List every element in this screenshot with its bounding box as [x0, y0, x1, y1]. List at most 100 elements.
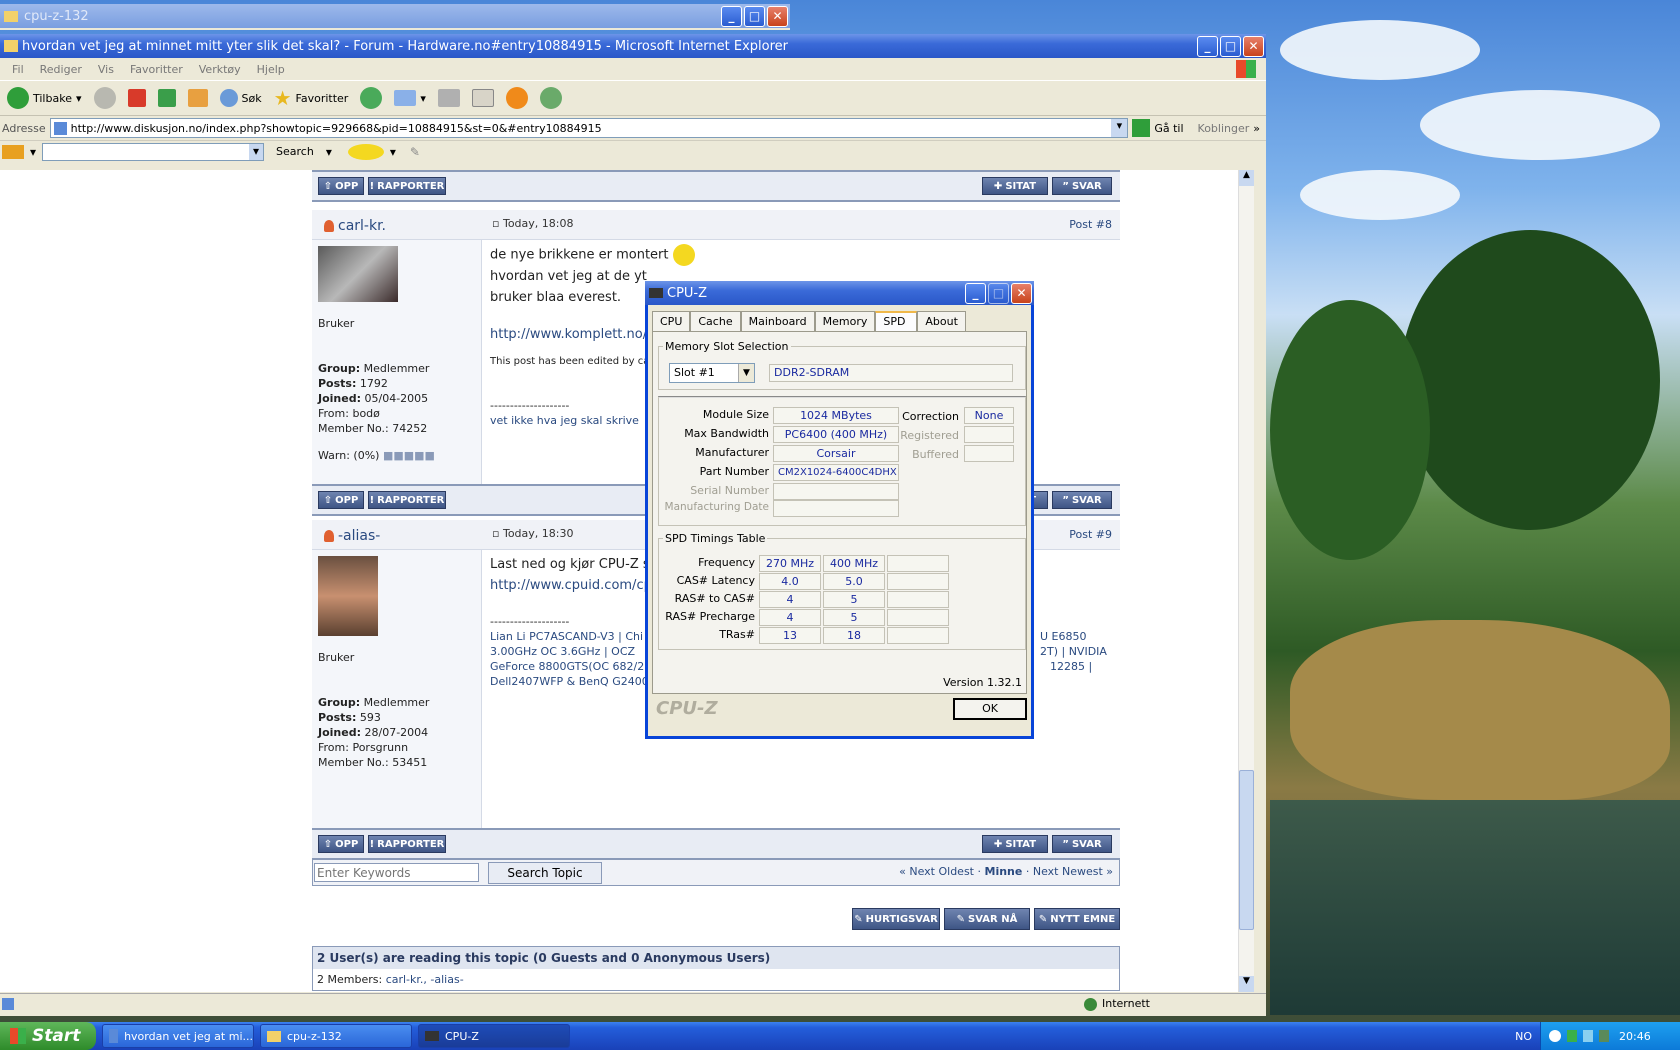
- tab-spd[interactable]: SPD: [875, 311, 918, 331]
- svar-button[interactable]: ” SVAR: [1052, 491, 1112, 509]
- close-button[interactable]: ✕: [767, 5, 788, 27]
- maximize-button[interactable]: □: [1220, 35, 1241, 57]
- menu-file[interactable]: Fil: [4, 63, 32, 76]
- wallpaper-cloud: [1300, 170, 1460, 220]
- ie-titlebar[interactable]: hvordan vet jeg at minnet mitt yter slik…: [0, 34, 1266, 58]
- forum-link[interactable]: Minne: [985, 865, 1023, 878]
- taskbar-item-folder[interactable]: cpu-z-132: [260, 1024, 412, 1048]
- stop-icon: [127, 89, 146, 107]
- edit-button[interactable]: [469, 87, 497, 109]
- mail-button[interactable]: ▾: [391, 88, 429, 108]
- highlight-icon[interactable]: ✎: [410, 145, 420, 159]
- refresh-button[interactable]: [155, 87, 179, 109]
- printer-icon: [437, 89, 460, 107]
- toolbar-search-input[interactable]: ▾: [42, 142, 265, 161]
- slot-select[interactable]: Slot #1 ▼: [669, 363, 755, 383]
- manufacturer-label: Manufacturer: [695, 446, 769, 459]
- taskbar-item-cpuz[interactable]: CPU-Z: [418, 1024, 570, 1048]
- minimize-button[interactable]: _: [965, 282, 986, 304]
- address-dropdown-icon[interactable]: ▾: [1111, 119, 1128, 137]
- volume-icon[interactable]: [1583, 1030, 1593, 1042]
- scroll-up-button[interactable]: ▲: [1239, 170, 1254, 186]
- background-window-titlebar[interactable]: cpu-z-132 _ □ ✕: [0, 4, 790, 28]
- start-button[interactable]: Start: [0, 1022, 96, 1050]
- members-list[interactable]: carl-kr., -alias-: [386, 973, 464, 986]
- svar-button[interactable]: ” SVAR: [1052, 177, 1112, 195]
- cpuz-titlebar[interactable]: CPU-Z _ □ ✕: [645, 281, 1034, 305]
- close-button[interactable]: ✕: [1011, 282, 1032, 304]
- menu-tools[interactable]: Verktøy: [191, 63, 249, 76]
- scroll-thumb[interactable]: [1239, 770, 1254, 930]
- back-button[interactable]: Tilbake ▾: [4, 85, 85, 111]
- sitat-button[interactable]: ✚SITAT: [982, 835, 1048, 853]
- rapporter-button[interactable]: ! RAPPORTER: [368, 491, 446, 509]
- maximize-button[interactable]: □: [744, 5, 765, 27]
- serial-number-label: Serial Number: [690, 484, 769, 497]
- tab-cache[interactable]: Cache: [690, 311, 741, 331]
- chevron-right-icon[interactable]: »: [1253, 122, 1260, 135]
- post-username[interactable]: -alias-: [338, 528, 380, 544]
- print-button[interactable]: [435, 87, 463, 109]
- next-topic-link[interactable]: Next Newest »: [1033, 865, 1113, 878]
- links-button[interactable]: Koblinger: [1198, 122, 1250, 135]
- post-number[interactable]: Post #8: [1069, 218, 1112, 231]
- cpuz-window[interactable]: CPU-Z _ □ ✕ CPU Cache Mainboard Memory S…: [645, 281, 1034, 739]
- menu-favorites[interactable]: Favoritter: [122, 63, 191, 76]
- go-button[interactable]: Gå til: [1154, 122, 1183, 135]
- opp-button[interactable]: ⇧ OPP: [318, 177, 364, 195]
- maximize-button[interactable]: □: [988, 282, 1009, 304]
- nytt-emne-button[interactable]: ✎ NYTT EMNE: [1034, 908, 1120, 930]
- menu-edit[interactable]: Rediger: [32, 63, 90, 76]
- keywords-input[interactable]: [314, 863, 479, 882]
- svar-button[interactable]: ” SVAR: [1052, 835, 1112, 853]
- search-topic-button[interactable]: Search Topic: [488, 862, 602, 884]
- home-button[interactable]: [185, 87, 211, 109]
- close-button[interactable]: ✕: [1243, 35, 1264, 57]
- go-arrow-icon[interactable]: [1132, 119, 1151, 137]
- rapporter-button[interactable]: ! RAPPORTER: [368, 177, 446, 195]
- timing-value: 4: [759, 591, 821, 608]
- address-input[interactable]: http://www.diskusjon.no/index.php?showto…: [49, 118, 1129, 138]
- post-number[interactable]: Post #9: [1069, 528, 1112, 541]
- memory-type-value: DDR2-SDRAM: [769, 364, 1013, 382]
- post-username[interactable]: carl-kr.: [338, 218, 386, 234]
- opp-button[interactable]: ⇧ OPP: [318, 491, 364, 509]
- minimize-button[interactable]: _: [721, 5, 742, 27]
- background-window[interactable]: cpu-z-132 _ □ ✕: [0, 4, 790, 30]
- smiley-icon[interactable]: [347, 143, 384, 160]
- taskbar-item-ie[interactable]: hvordan vet jeg at mi...: [102, 1024, 254, 1048]
- ok-button[interactable]: OK: [953, 698, 1027, 720]
- stop-button[interactable]: [125, 87, 149, 109]
- cpuz-title: CPU-Z: [667, 285, 708, 301]
- language-indicator[interactable]: NO: [1515, 1030, 1532, 1043]
- opp-button[interactable]: ⇧ OPP: [318, 835, 364, 853]
- tab-about[interactable]: About: [917, 311, 966, 331]
- toolbar-search-dropdown-icon[interactable]: ▾: [249, 143, 264, 160]
- toolbar-search-button[interactable]: Search: [270, 145, 320, 158]
- tab-memory[interactable]: Memory: [814, 311, 876, 331]
- favorites-button[interactable]: ★ Favoritter: [271, 84, 352, 112]
- messenger-tray-icon[interactable]: [1599, 1030, 1609, 1042]
- vertical-scrollbar[interactable]: ▲ ▼: [1238, 170, 1254, 992]
- svar-na-button[interactable]: ✎ SVAR NÅ: [944, 908, 1030, 930]
- search-icon: [219, 89, 238, 107]
- menu-view[interactable]: Vis: [90, 63, 122, 76]
- messenger-button[interactable]: [537, 85, 565, 111]
- tab-mainboard[interactable]: Mainboard: [740, 311, 815, 331]
- history-button[interactable]: [357, 85, 385, 111]
- taskbar-item-label: hvordan vet jeg at mi...: [124, 1029, 253, 1043]
- tab-cpu[interactable]: CPU: [652, 311, 691, 331]
- prev-topic-link[interactable]: « Next Oldest: [899, 865, 974, 878]
- scroll-down-button[interactable]: ▼: [1239, 976, 1254, 992]
- hurtigsvar-button[interactable]: ✎ HURTIGSVAR: [852, 908, 940, 930]
- rapporter-button[interactable]: ! RAPPORTER: [368, 835, 446, 853]
- search-button[interactable]: Søk: [217, 87, 265, 109]
- media-button[interactable]: [503, 85, 531, 111]
- minimize-button[interactable]: _: [1197, 35, 1218, 57]
- network-icon[interactable]: [1567, 1030, 1577, 1042]
- tray-arrow-icon[interactable]: [1549, 1030, 1561, 1042]
- forward-button[interactable]: [91, 85, 119, 111]
- slot-selection-legend: Memory Slot Selection: [665, 340, 789, 353]
- menu-help[interactable]: Hjelp: [249, 63, 293, 76]
- sitat-button[interactable]: ✚SITAT: [982, 177, 1048, 195]
